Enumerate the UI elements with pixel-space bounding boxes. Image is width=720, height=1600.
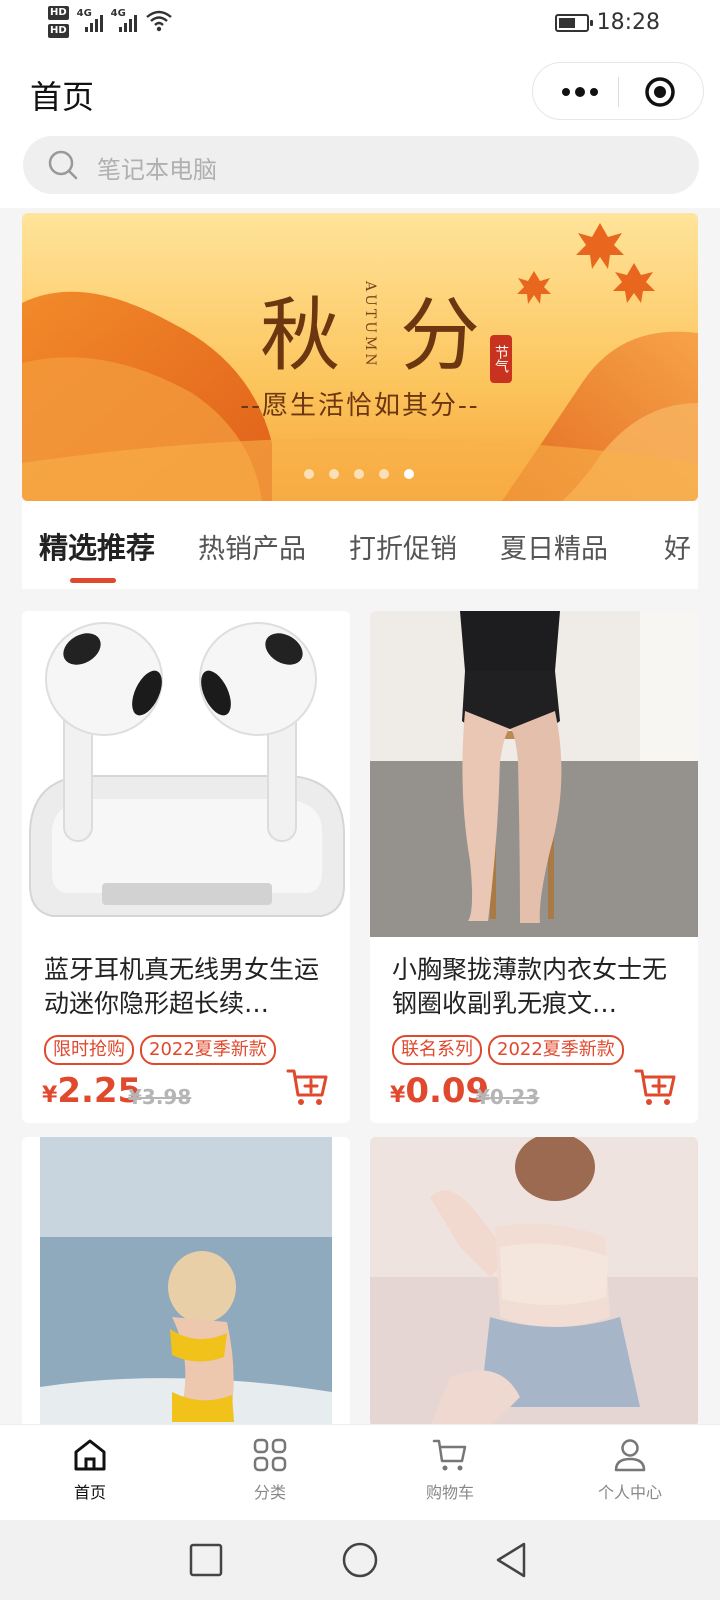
carousel-dot[interactable]: [304, 469, 314, 479]
add-to-cart-icon[interactable]: [634, 1065, 678, 1109]
product-title[interactable]: 蓝牙耳机真无线男女生运动迷你隐形超长续…: [44, 953, 334, 1021]
tab-discount[interactable]: 打折促销: [349, 527, 457, 566]
product-tag: 2022夏季新款: [140, 1035, 276, 1065]
nav-label: 购物车: [425, 1483, 474, 1502]
product-image[interactable]: [22, 611, 350, 937]
cart-icon: [432, 1439, 467, 1471]
original-price: ¥3.98: [128, 1085, 192, 1109]
bottom-tab-bar: 首页 分类 购物车 个人中心: [0, 1424, 720, 1520]
capsule-divider: [618, 77, 619, 107]
product-image[interactable]: [370, 1137, 698, 1427]
nav-item-category[interactable]: 分类: [210, 1437, 330, 1503]
back-icon[interactable]: [492, 1540, 532, 1580]
product-card[interactable]: [22, 1137, 350, 1427]
banner-subtitle: --愿生活恰如其分--: [240, 391, 480, 421]
tab-hot-sales[interactable]: 热销产品: [198, 527, 306, 566]
banner-title-right: 分: [400, 289, 492, 382]
status-bar: HD HD 4G 4G 18:28: [0, 0, 720, 50]
price-currency: ¥: [390, 1083, 406, 1108]
nav-item-home[interactable]: 首页: [30, 1437, 150, 1503]
original-price: ¥0.23: [476, 1085, 540, 1109]
carousel-indicator: [304, 469, 414, 479]
tab-summer[interactable]: 夏日精品: [500, 527, 608, 566]
nav-item-profile[interactable]: 个人中心: [570, 1437, 690, 1503]
battery-icon: [554, 13, 593, 32]
tab-featured[interactable]: 精选推荐: [39, 525, 155, 567]
carousel-dot[interactable]: [354, 469, 364, 479]
product-card[interactable]: 蓝牙耳机真无线男女生运动迷你隐形超长续… 限时抢购 2022夏季新款 ¥2.25…: [22, 611, 350, 1123]
cell-signal-icon: 4G: [77, 6, 103, 34]
home-button-icon[interactable]: [340, 1540, 380, 1580]
carousel-dot-active[interactable]: [404, 469, 414, 479]
product-tag: 限时抢购: [44, 1035, 134, 1065]
status-time: 18:28: [596, 10, 660, 35]
hd-badge: HD: [48, 24, 69, 38]
close-miniprogram-icon[interactable]: [643, 75, 677, 109]
add-to-cart-icon[interactable]: [286, 1065, 330, 1109]
recent-apps-icon[interactable]: [186, 1540, 226, 1580]
page-header: 首页: [0, 50, 720, 128]
search-placeholder: 笔记本电脑: [97, 156, 217, 184]
system-navigation-bar: [0, 1520, 720, 1600]
banner-title-left: 秋: [260, 289, 352, 382]
product-tag: 联名系列: [392, 1035, 482, 1065]
autumn-banner-image: [22, 213, 698, 501]
nav-label: 分类: [253, 1483, 286, 1502]
product-price: ¥0.09: [390, 1071, 489, 1111]
miniprogram-capsule: [532, 62, 704, 120]
tab-active-indicator: [70, 578, 116, 583]
home-icon: [74, 1439, 106, 1471]
banner-english-label: AUTUMN: [362, 281, 378, 369]
nav-item-cart[interactable]: 购物车: [390, 1437, 510, 1503]
page-title: 首页: [30, 78, 95, 116]
category-icon: [253, 1438, 287, 1472]
search-icon: [48, 150, 78, 180]
product-tag: 2022夏季新款: [488, 1035, 624, 1065]
category-tabs: 精选推荐 热销产品 打折促销 夏日精品 好: [22, 501, 698, 589]
product-image[interactable]: [22, 1137, 350, 1427]
product-title[interactable]: 小胸聚拢薄款内衣女士无钢圈收副乳无痕文…: [392, 953, 682, 1021]
search-section: 笔记本电脑: [0, 128, 720, 208]
carousel-dot[interactable]: [379, 469, 389, 479]
wifi-icon: [145, 10, 172, 32]
product-image[interactable]: [370, 611, 698, 937]
nav-label: 个人中心: [597, 1483, 662, 1502]
price-currency: ¥: [42, 1083, 58, 1108]
search-input[interactable]: 笔记本电脑: [23, 136, 699, 194]
signal-indicators: HD HD 4G 4G: [48, 6, 173, 38]
nav-label: 首页: [73, 1483, 106, 1502]
carousel-dot[interactable]: [329, 469, 339, 479]
product-price: ¥2.25: [42, 1071, 141, 1111]
promo-banner[interactable]: 秋 分 AUTUMN 节气 --愿生活恰如其分--: [22, 213, 698, 501]
hd-badge: HD: [48, 6, 69, 20]
product-card[interactable]: [370, 1137, 698, 1427]
cell-signal-icon: 4G: [111, 6, 137, 34]
product-card[interactable]: 小胸聚拢薄款内衣女士无钢圈收副乳无痕文… 联名系列 2022夏季新款 ¥0.09…: [370, 611, 698, 1123]
more-options-button[interactable]: [549, 71, 611, 113]
user-icon: [614, 1439, 646, 1472]
tab-more[interactable]: 好: [664, 527, 691, 566]
banner-seal: 节气: [490, 335, 512, 383]
